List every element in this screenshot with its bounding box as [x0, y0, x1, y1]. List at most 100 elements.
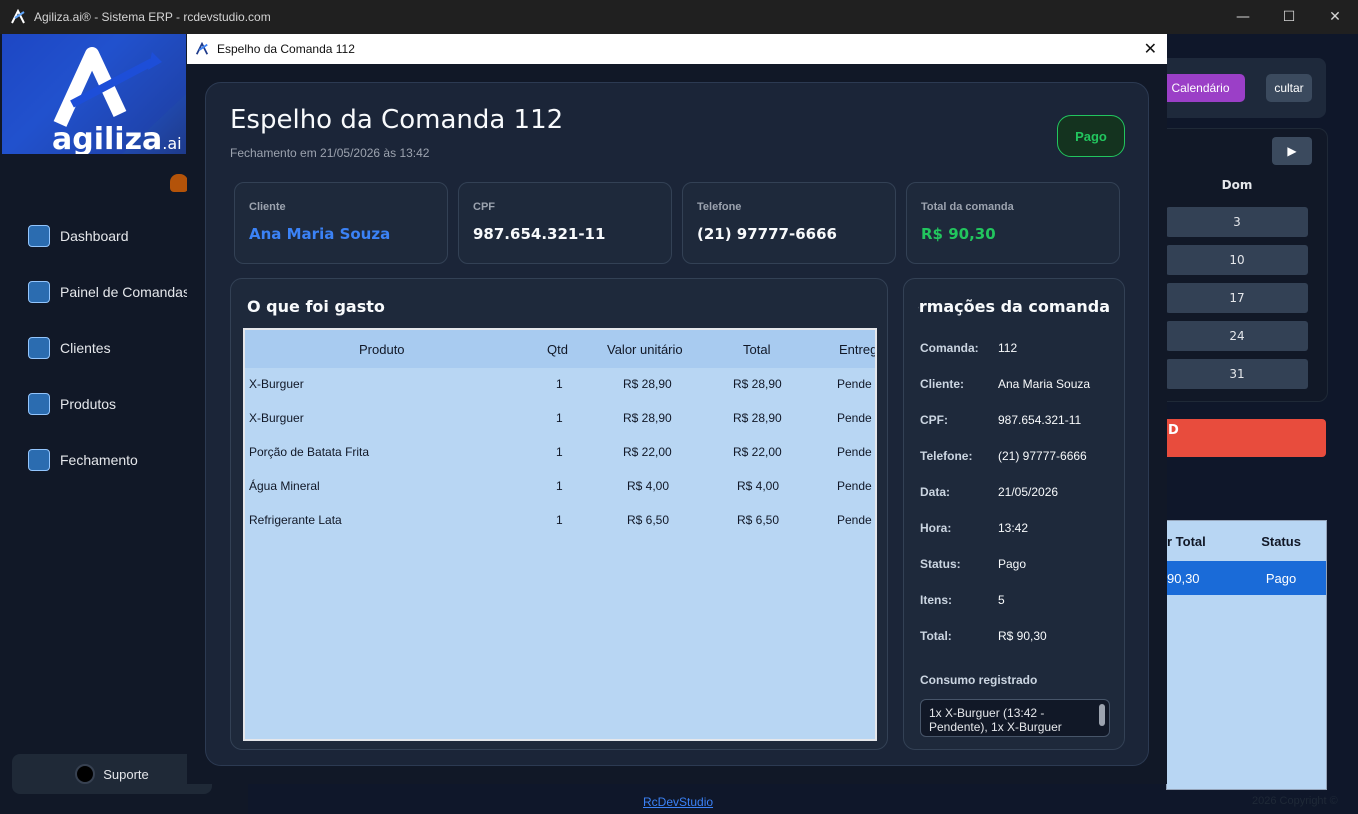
sidebar-item-label: Fechamento	[60, 452, 138, 468]
sidebar-item-label: Dashboard	[60, 228, 129, 244]
column-header[interactable]: Valor unitário	[607, 342, 683, 357]
support-button[interactable]: Suporte	[12, 754, 212, 794]
window-close-button[interactable]: ✕	[1312, 0, 1358, 34]
consumo-scrollbar[interactable]	[1099, 704, 1105, 726]
comanda-info-panel: Informações da comanda Comanda: 112 Clie…	[903, 278, 1125, 750]
orders-table: r Total Status 90,30 Pago	[1166, 520, 1327, 790]
info-key: Cliente:	[920, 377, 965, 391]
logo-text: agiliza	[52, 122, 163, 154]
consumo-textarea[interactable]: 1x X-Burguer (13:42 - Pendente), 1x X-Bu…	[920, 699, 1110, 737]
consumo-label: Consumo registrado	[920, 673, 1038, 687]
table-row[interactable]: X-Burguer 1 R$ 28,90 R$ 28,90 Pende	[245, 368, 875, 402]
table-cell: R$ 28,90	[733, 377, 782, 391]
clients-icon	[28, 337, 50, 359]
column-header[interactable]: Entreg	[839, 342, 875, 357]
sidebar-item-label: Clientes	[60, 340, 111, 356]
alert-bar[interactable]: D	[1150, 419, 1326, 457]
sidebar-item-painel-comandas[interactable]: Painel de Comandas	[28, 280, 190, 304]
column-header[interactable]: Produto	[359, 342, 405, 357]
info-key: Total:	[920, 629, 952, 643]
info-value: 13:42	[998, 521, 1029, 535]
column-header[interactable]: Qtd	[547, 342, 568, 357]
closing-icon	[28, 449, 50, 471]
info-value: Pago	[998, 557, 1027, 571]
items-table[interactable]: Produto Qtd Valor unitário Total Entreg …	[243, 328, 877, 741]
items-panel: O que foi gasto Produto Qtd Valor unitár…	[230, 278, 888, 750]
sidebar-item-clientes[interactable]: Clientes	[28, 336, 111, 360]
info-panel-title: Informações da comanda	[918, 297, 1110, 316]
table-cell: Pago	[1265, 570, 1297, 586]
table-cell: R$ 4,00	[627, 479, 670, 493]
table-cell: X-Burguer	[249, 377, 304, 391]
summary-label: Telefone	[697, 201, 742, 213]
summary-total: Total da comanda R$ 90,30	[906, 182, 1120, 264]
comanda-dialog: Espelho da Comanda 112 ✕ Espelho da Coma…	[187, 34, 1167, 784]
info-key: Status:	[920, 557, 961, 571]
table-cell: Água Mineral	[249, 479, 320, 493]
table-cell: 1	[556, 377, 563, 391]
summary-label: Total da comanda	[921, 201, 1014, 213]
calendar-day[interactable]: 3	[1166, 207, 1308, 237]
column-header[interactable]: Total	[743, 342, 770, 357]
page-title: Espelho da Comanda 112	[230, 105, 564, 135]
table-cell: Porção de Batata Frita	[249, 445, 370, 459]
footer-link[interactable]: RcDevStudio	[643, 795, 713, 809]
calendar-day[interactable]: 24	[1166, 321, 1308, 351]
consult-button[interactable]: cultar	[1266, 74, 1312, 102]
table-cell: R$ 6,50	[737, 513, 780, 527]
info-key: Telefone:	[920, 449, 973, 463]
summary-label: Cliente	[249, 201, 286, 213]
products-icon	[28, 393, 50, 415]
table-cell: Pende	[837, 445, 872, 459]
minimize-button[interactable]: —	[1220, 0, 1266, 34]
status-badge: Pago	[1057, 115, 1125, 157]
dashboard-icon	[28, 225, 50, 247]
summary-cliente: Cliente Ana Maria Souza	[234, 182, 448, 264]
table-row[interactable]: Porção de Batata Frita 1 R$ 22,00 R$ 22,…	[245, 436, 875, 470]
info-value: 5	[998, 593, 1005, 607]
calendar-day[interactable]: 17	[1166, 283, 1308, 313]
summary-value: Ana Maria Souza	[249, 225, 391, 243]
table-row[interactable]: X-Burguer 1 R$ 28,90 R$ 28,90 Pende	[245, 402, 875, 436]
dialog-titlebar: Espelho da Comanda 112 ✕	[187, 34, 1167, 64]
alert-bar-text: D	[1168, 423, 1179, 438]
table-cell: R$ 28,90	[623, 377, 672, 391]
maximize-button[interactable]: ☐	[1266, 0, 1312, 34]
comanda-card: Espelho da Comanda 112 Fechamento em 21/…	[205, 82, 1149, 766]
table-cell: 1	[556, 513, 563, 527]
dialog-close-button[interactable]: ✕	[1144, 39, 1157, 58]
table-row[interactable]: 90,30 Pago	[1167, 561, 1326, 595]
table-cell: R$ 6,50	[627, 513, 670, 527]
next-month-button[interactable]: ▶	[1272, 137, 1312, 165]
table-cell: 1	[556, 411, 563, 425]
window-title: Agiliza.ai® - Sistema ERP - rcdevstudio.…	[34, 10, 271, 24]
info-value: 112	[998, 341, 1018, 355]
sidebar-item-dashboard[interactable]: Dashboard	[28, 224, 129, 248]
table-cell: R$ 22,00	[623, 445, 672, 459]
summary-label: CPF	[473, 201, 495, 213]
info-value: Ana Maria Souza	[998, 377, 1091, 391]
column-header: Status	[1261, 533, 1301, 549]
sidebar-item-fechamento[interactable]: Fechamento	[28, 448, 138, 472]
table-row[interactable]: Água Mineral 1 R$ 4,00 R$ 4,00 Pende	[245, 470, 875, 504]
summary-value: R$ 90,30	[921, 225, 996, 243]
calendar-button[interactable]: Calendário	[1156, 74, 1245, 102]
calendar-day[interactable]: 10	[1166, 245, 1308, 275]
info-value: 987.654.321-11	[998, 413, 1082, 427]
agiliza-app-icon	[11, 9, 25, 24]
table-cell: 1	[556, 479, 563, 493]
table-cell: Pende	[837, 377, 872, 391]
burger-icon	[170, 174, 188, 192]
table-cell: R$ 28,90	[733, 411, 782, 425]
info-value: 21/05/2026	[998, 485, 1059, 499]
sidebar-item-produtos[interactable]: Produtos	[28, 392, 116, 416]
table-row[interactable]: Refrigerante Lata 1 R$ 6,50 R$ 6,50 Pend…	[245, 504, 875, 538]
calendar-day[interactable]: 31	[1166, 359, 1308, 389]
table-cell: R$ 4,00	[737, 479, 780, 493]
agiliza-logo: agiliza.ai	[2, 34, 186, 154]
info-panel-title-text: Informações da comanda	[918, 297, 1110, 316]
table-cell: Pende	[837, 411, 872, 425]
table-cell: 1	[556, 445, 563, 459]
table-cell: 90,30	[1167, 570, 1200, 586]
info-value: (21) 97777-6666	[998, 449, 1087, 463]
